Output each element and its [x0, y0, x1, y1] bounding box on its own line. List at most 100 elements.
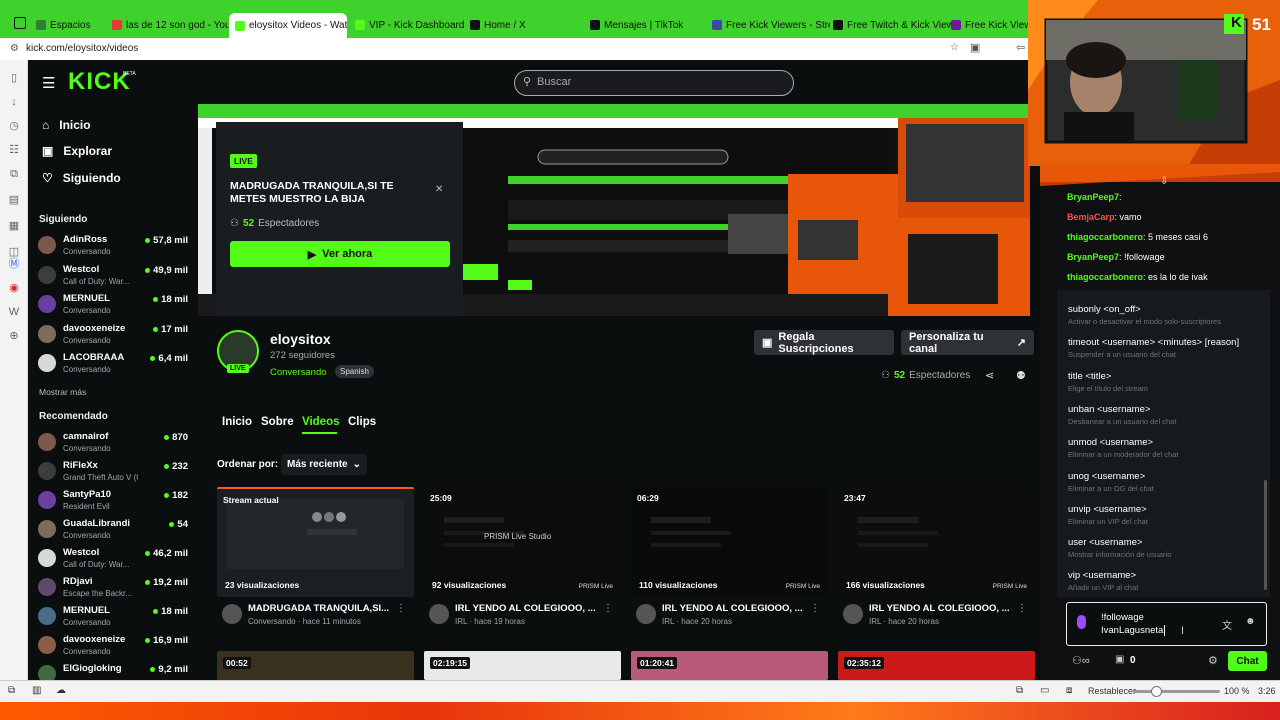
browser-tab[interactable]: Free Kick Viewers: [951, 16, 1031, 34]
video-thumbnail[interactable]: 06:29 110 visualizaciones PRISM Live: [631, 487, 828, 597]
channel-item-riflexx[interactable]: RiFleXx Grand Theft Auto V (G... 232: [38, 458, 188, 486]
channel-item-westcol[interactable]: Westcol Call of Duty: War... 46,2 mil: [38, 545, 188, 573]
channel-item-santypa10[interactable]: SantyPa10 Resident Evil 182: [38, 487, 188, 515]
cloud-icon[interactable]: ☁: [56, 685, 66, 696]
command-option[interactable]: subonly <on_off> Activar o desactivar el …: [1068, 304, 1268, 326]
channel-item-davooxeneize[interactable]: davooxeneize Conversando 16,9 mil: [38, 632, 188, 660]
command-scrollbar[interactable]: [1264, 480, 1267, 590]
browser-tab[interactable]: Mensajes | TikTok: [590, 16, 683, 34]
video-info[interactable]: IRL YENDO AL COLEGIOOO, ... IRL · hace 20…: [631, 600, 828, 630]
page-actions-icon[interactable]: ▭: [1040, 685, 1049, 696]
command-option[interactable]: timeout <username> <minutes> [reason] Sus…: [1068, 337, 1268, 359]
video-thumbnail[interactable]: 00:52: [217, 651, 414, 680]
browser-tab[interactable]: Free Kick Viewers - Stream: [712, 16, 830, 34]
app-m-icon[interactable]: Ⓜ: [8, 258, 20, 270]
microphone-icon[interactable]: [1077, 615, 1086, 629]
wikipedia-icon[interactable]: W: [8, 306, 20, 318]
zoom-reset-label[interactable]: Restablecer: [1088, 686, 1136, 696]
site-info-icon[interactable]: ⚙: [10, 43, 19, 54]
apps-icon[interactable]: ▤: [8, 194, 20, 206]
video-info[interactable]: IRL YENDO AL COLEGIOOO, ... IRL · hace 19…: [424, 600, 621, 630]
app-red-icon[interactable]: ◉: [8, 282, 20, 294]
tab-clips[interactable]: Clips: [348, 416, 376, 428]
channel-name[interactable]: eloysitox: [270, 331, 331, 347]
video-thumbnail[interactable]: 02:19:15: [424, 651, 621, 680]
nav-siguiendo[interactable]: ♡ Siguiendo: [42, 171, 121, 185]
more-options-icon[interactable]: ⋮: [603, 603, 613, 614]
command-option[interactable]: vip <username> Añadir un VIP al chat: [1068, 570, 1268, 592]
chat-input[interactable]: !followage IvanLagusneta I 文 ☻: [1066, 602, 1267, 646]
extensions-icon[interactable]: ⧉: [8, 168, 20, 180]
command-option[interactable]: unvip <username> Eliminar un VIP del chat: [1068, 504, 1268, 526]
bookmarks-icon[interactable]: ▯: [8, 72, 20, 84]
more-options-icon[interactable]: ⋮: [396, 603, 406, 614]
layout-icon[interactable]: ⧉: [8, 685, 15, 696]
video-thumbnail[interactable]: 02:35:12: [838, 651, 1035, 680]
mute-icon[interactable]: ✕: [435, 184, 443, 195]
bookmark-icon[interactable]: ☆: [950, 42, 959, 53]
tab-inicio[interactable]: Inicio: [222, 416, 252, 428]
zoom-slider[interactable]: [1134, 686, 1220, 697]
command-option[interactable]: user <username> Mostrar información de us…: [1068, 537, 1268, 559]
video-info[interactable]: MADRUGADA TRANQUILA,SI... Conversando · h…: [217, 600, 414, 630]
more-options-icon[interactable]: ⋮: [1017, 603, 1027, 614]
collections-icon[interactable]: ☷: [8, 144, 20, 156]
chat-username[interactable]: BryanPeep7: [1067, 252, 1119, 262]
browser-tab[interactable]: Espacios: [36, 16, 91, 34]
command-option[interactable]: title <title> Elige el título del stream: [1068, 371, 1268, 393]
scroll-to-bottom-icon[interactable]: ⇩: [1160, 176, 1168, 187]
channel-category[interactable]: Conversando: [270, 367, 327, 378]
customize-channel-button[interactable]: Personaliza tu canal ↗: [901, 330, 1034, 355]
browser-tab[interactable]: las de 12 son god - YouTub: [112, 16, 230, 34]
channel-item-westcol[interactable]: Westcol Call of Duty: War... 49,9 mil: [38, 262, 188, 290]
share-icon[interactable]: ⋖: [985, 369, 994, 382]
panels-icon[interactable]: ▥: [32, 685, 41, 696]
channel-item-lacobraaa[interactable]: LACOBRAAA Conversando 6,4 mil: [38, 350, 188, 378]
browser-tab[interactable]: Home / X: [470, 16, 526, 34]
channel-item-rdjavi[interactable]: RDjavi Escape the Backr... 19,2 mil: [38, 574, 188, 602]
channel-item-adinross[interactable]: AdinRoss Conversando 57,8 mil: [38, 232, 188, 260]
translate-icon[interactable]: 文: [1222, 617, 1232, 632]
channel-item-mernuel[interactable]: MERNUEL Conversando 18 mil: [38, 603, 188, 631]
command-option[interactable]: unog <username> Eliminar a un OG del chat: [1068, 471, 1268, 493]
menu-icon[interactable]: ☰: [42, 74, 55, 92]
emote-icon[interactable]: ☻: [1245, 616, 1256, 627]
gift-subs-button[interactable]: ▣ Regala Suscripciones: [754, 330, 894, 355]
zoom-slider-knob[interactable]: [1151, 686, 1163, 697]
points-icon[interactable]: ▣: [1115, 654, 1124, 665]
kick-logo[interactable]: KICK: [68, 68, 131, 96]
nav-inicio[interactable]: ⌂ Inicio: [42, 118, 91, 132]
browser-tab[interactable]: Free Twitch & Kick Viewers: [833, 16, 951, 34]
language-tag[interactable]: Spanish: [335, 365, 374, 378]
watch-now-button[interactable]: ▶ Ver ahora: [230, 241, 450, 267]
browser-tab[interactable]: VIP - Kick Dashboard: [355, 16, 464, 34]
url-text[interactable]: kick.com/eloysitox/videos: [26, 43, 138, 54]
command-option[interactable]: unban <username> Desbanear a un usuario d…: [1068, 404, 1268, 426]
channel-item-camnairof[interactable]: camnairof Conversando 870: [38, 429, 188, 457]
command-option[interactable]: unmod <username> Eliminar a un moderador …: [1068, 437, 1268, 459]
browser-tab[interactable]: eloysitox Videos - Watch O: [229, 13, 347, 38]
video-info[interactable]: IRL YENDO AL COLEGIOOO, ... IRL · hace 20…: [838, 600, 1035, 630]
add-panel-icon[interactable]: ⊕: [8, 330, 20, 342]
search-input[interactable]: ⚲ Buscar: [514, 70, 794, 96]
chat-username[interactable]: BryanPeep7: [1067, 192, 1119, 202]
chat-username[interactable]: thiagoccarbonero: [1067, 232, 1143, 242]
channel-item-davooxeneize[interactable]: davooxeneize Conversando 17 mil: [38, 321, 188, 349]
history-icon[interactable]: ◷: [8, 120, 20, 132]
more-options-icon[interactable]: ⋮: [810, 603, 820, 614]
video-thumbnail[interactable]: 25:09 PRISM Live Studio 92 visualizaciones…: [424, 487, 621, 597]
chat-username[interactable]: thiagoccarbonero: [1067, 272, 1143, 282]
show-more-link[interactable]: Mostrar más: [39, 387, 86, 397]
follow-user-icon[interactable]: ⚉: [1016, 369, 1026, 382]
sort-select[interactable]: Más reciente ⌄: [281, 454, 367, 475]
tile-icon[interactable]: ⧈: [1066, 685, 1072, 696]
channel-item-guadalibrandi[interactable]: GuadaLibrandi Conversando 54: [38, 516, 188, 544]
back-arrow-icon[interactable]: ⇦: [1016, 41, 1025, 54]
live-preview-card[interactable]: LIVE ✕ MADRUGADA TRANQUILA,SI TE METES M…: [216, 122, 463, 316]
send-chat-button[interactable]: Chat: [1228, 651, 1267, 671]
video-thumbnail[interactable]: 01:20:41: [631, 651, 828, 680]
tab-sobre[interactable]: Sobre: [261, 416, 294, 428]
video-thumbnail[interactable]: Stream actual 23 visualizaciones: [217, 487, 414, 597]
downloads-icon[interactable]: ↓: [8, 96, 20, 108]
nav-explorar[interactable]: ▣ Explorar: [42, 144, 112, 158]
